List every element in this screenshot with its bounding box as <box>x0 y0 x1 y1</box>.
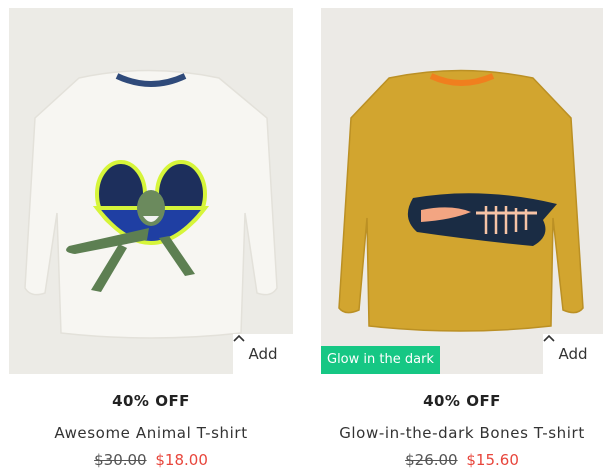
bones-tshirt-image <box>321 8 603 374</box>
product-name[interactable]: Glow-in-the-dark Bones T-shirt <box>321 424 603 442</box>
discount-label: 40% OFF <box>112 392 190 410</box>
add-button-label: Add <box>248 345 278 363</box>
add-to-cart-button[interactable]: Add <box>543 334 603 374</box>
price-row: $26.00 $15.60 <box>321 451 603 469</box>
chevron-up-icon <box>543 334 555 342</box>
product-card[interactable]: Add 40% OFF Awesome Animal T-shirt $30.0… <box>9 0 293 473</box>
add-to-cart-button[interactable]: Add <box>233 334 293 374</box>
product-name[interactable]: Awesome Animal T-shirt <box>9 424 293 442</box>
price-row: $30.00 $18.00 <box>9 451 293 469</box>
product-image[interactable]: Add <box>9 8 293 374</box>
feature-badge: Glow in the dark <box>321 346 440 374</box>
sale-price: $15.60 <box>466 451 519 469</box>
discount-label: 40% OFF <box>423 392 501 410</box>
lizard-tshirt-image <box>9 8 293 374</box>
product-image[interactable]: Glow in the dark Add <box>321 8 603 374</box>
product-card[interactable]: Glow in the dark Add 40% OFF Glow-in-the… <box>321 0 603 473</box>
chevron-up-icon <box>233 334 245 342</box>
sale-price: $18.00 <box>155 451 208 469</box>
original-price: $26.00 <box>405 451 458 469</box>
add-button-label: Add <box>558 345 588 363</box>
original-price: $30.00 <box>94 451 147 469</box>
